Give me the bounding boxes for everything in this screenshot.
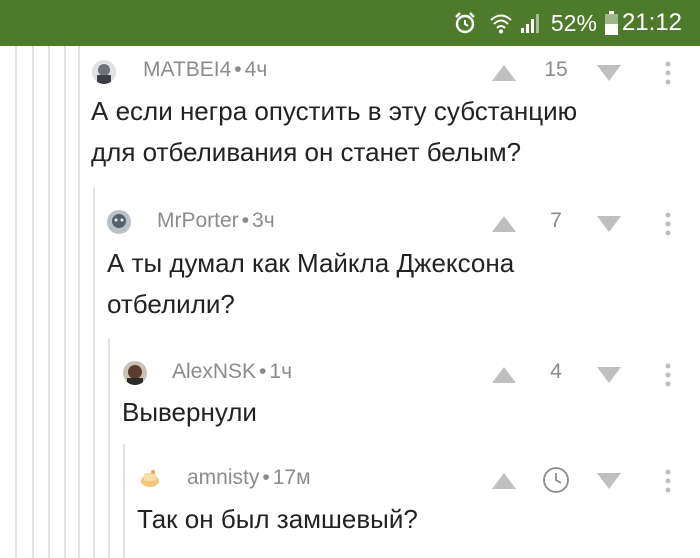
comment-text: А ты думал как Майкла Джексона отбелили? [107,248,515,319]
thread-line [123,444,125,558]
comment-header: AlexNSK • 1ч 4 [0,358,700,388]
more-options-icon[interactable] [663,61,673,85]
downvote-icon[interactable] [596,366,622,384]
comment-time: 1ч [269,360,293,383]
avatar[interactable] [138,467,162,491]
comment-text: А если негра опустить в эту субстанцию д… [91,96,578,167]
alarm-icon [453,11,477,35]
more-options-icon[interactable] [663,212,673,236]
comment-meta: AlexNSK • 1ч [172,360,293,383]
comment-header: MrPorter • 3ч 7 [0,207,700,237]
more-options-icon[interactable] [663,469,673,493]
more-options-icon[interactable] [663,363,673,387]
comment-author[interactable]: amnisty [187,466,259,489]
comment-text: Вывернули [122,397,257,427]
comment-author[interactable]: AlexNSK [172,360,256,383]
comment-header: MATBEI4 • 4ч 15 [0,56,700,86]
avatar[interactable] [92,60,116,84]
comment-time: 17м [272,466,311,489]
avatar[interactable] [107,210,131,234]
comment-author[interactable]: MrPorter [157,209,239,232]
comment-rating: 7 [550,209,562,232]
comment-time: 4ч [244,58,268,81]
comment-rating: 4 [550,360,562,383]
downvote-icon[interactable] [596,472,622,490]
wifi-icon [489,12,513,34]
comment-time: 3ч [252,209,275,232]
comment-author[interactable]: MATBEI4 [143,58,231,81]
avatar[interactable] [123,361,147,385]
battery-icon [604,11,618,35]
upvote-icon[interactable] [491,366,517,384]
comment-meta: MrPorter • 3ч [157,209,275,232]
comment-meta: MATBEI4 • 4ч [143,58,268,81]
battery-percent: 52% [550,9,597,36]
comment-rating: 15 [544,58,568,81]
comment-meta: amnisty • 17м [187,466,311,489]
comment-text: Так он был замшевый? [137,504,418,534]
downvote-icon[interactable] [596,64,622,82]
upvote-icon[interactable] [491,64,517,82]
upvote-icon[interactable] [491,472,517,490]
comment-header: amnisty • 17м [0,464,700,494]
downvote-icon[interactable] [596,215,622,233]
status-time: 21:12 [621,9,682,36]
upvote-icon[interactable] [491,215,517,233]
status-bar: 52% 21:12 [0,0,700,46]
clock-icon [543,467,569,493]
signal-icon [519,12,543,34]
